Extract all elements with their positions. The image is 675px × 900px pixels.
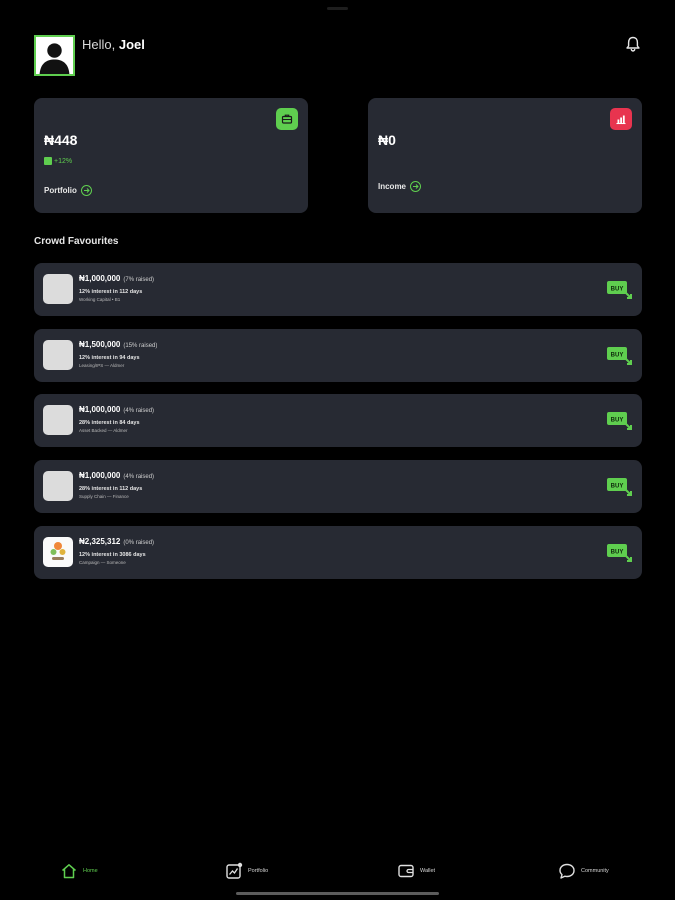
deal-category: Leasing/IPS — Aldmer (79, 363, 125, 368)
portfolio-card[interactable]: ₦448 +12% Portfolio (34, 98, 308, 213)
deal-amount: ₦1,000,000 (79, 274, 121, 283)
deal-interest: 12% interest in 94 days (79, 355, 140, 361)
deal-interest: 12% interest in 112 days (79, 289, 143, 295)
deal-thumbnail (43, 340, 73, 370)
portfolio-change-value: +12% (54, 157, 73, 165)
home-icon (62, 864, 76, 879)
app-screen: Hello, Joel ₦448 +12% Portfolio ₦0 Incom… (0, 0, 675, 900)
deal-amount: ₦2,325,312 (79, 537, 121, 546)
portfolio-link[interactable]: Portfolio (44, 185, 92, 196)
deal-interest: 28% interest in 84 days (79, 420, 140, 426)
list-item[interactable]: ₦1,500,000 (15% raised) 12% interest in 9… (34, 329, 642, 382)
deal-interest: 28% interest in 112 days (79, 486, 143, 492)
buy-label: BUY (611, 484, 624, 490)
deal-thumbnail (43, 274, 73, 304)
deal-amount: ₦1,500,000 (79, 340, 121, 349)
nav-portfolio-label: Portfolio (248, 868, 269, 874)
buy-button[interactable]: BUY (606, 344, 632, 366)
income-link-label: Income (378, 182, 407, 191)
deal-category: Campaign — Someone (79, 560, 126, 565)
portfolio-change: +12% (44, 157, 72, 165)
deal-raised: (4% raised) (123, 474, 155, 480)
buy-label: BUY (611, 287, 624, 293)
buy-button[interactable]: BUY (606, 278, 632, 300)
nav-community-label: Community (581, 868, 609, 874)
deal-amount: ₦1,000,000 (79, 405, 121, 414)
deal-title: ₦1,000,000 (7% raised) (79, 274, 154, 283)
list-item[interactable]: ₦1,000,000 (7% raised) 12% interest in 11… (34, 263, 642, 316)
deal-logo (43, 537, 73, 567)
chart-icon (610, 108, 632, 130)
buy-button[interactable]: BUY (606, 541, 632, 563)
buy-label: BUY (611, 418, 624, 424)
nav-wallet-label: Wallet (420, 868, 436, 874)
list-item[interactable]: ₦1,000,000 (4% raised) 28% interest in 11… (34, 460, 642, 513)
deal-amount: ₦1,000,000 (79, 471, 121, 480)
briefcase-icon (276, 108, 298, 130)
deal-thumbnail (43, 405, 73, 435)
deal-category: Asset Backed — Aldmer (79, 428, 128, 433)
avatar[interactable] (34, 35, 75, 76)
deal-category: Supply Chain — Finance (79, 494, 129, 499)
deal-raised: (7% raised) (123, 277, 155, 283)
deal-title: ₦1,000,000 (4% raised) (79, 471, 154, 480)
nav-portfolio[interactable]: Portfolio (225, 862, 268, 880)
list-item[interactable]: ₦2,325,312 (0% raised) 12% interest in 30… (34, 526, 642, 579)
up-arrow-icon (44, 157, 52, 165)
buy-button[interactable]: BUY (606, 475, 632, 497)
income-amount: ₦0 (378, 132, 396, 148)
portfolio-amount: ₦448 (44, 132, 78, 148)
greeting-text: Hello, (82, 37, 116, 52)
wallet-icon (398, 864, 414, 878)
nav-community[interactable]: Community (558, 862, 609, 880)
deal-interest: 12% interest in 3086 days (79, 552, 146, 558)
user-name: Joel (118, 37, 145, 52)
deal-title: ₦2,325,312 (0% raised) (79, 537, 154, 546)
income-link[interactable]: Income (378, 181, 422, 192)
buy-label: BUY (611, 550, 624, 556)
deal-thumbnail (43, 471, 73, 501)
deal-category: Working Capital • B1 (79, 297, 121, 302)
nav-wallet[interactable]: Wallet (397, 862, 435, 880)
arrow-right-icon (410, 181, 422, 192)
section-title: Crowd Favourites (34, 236, 119, 247)
portfolio-chart-icon (226, 862, 243, 879)
income-card[interactable]: ₦0 Income (368, 98, 642, 213)
deal-title: ₦1,500,000 (15% raised) (79, 340, 157, 349)
arrow-right-icon (80, 185, 92, 196)
nav-home[interactable]: Home (60, 862, 98, 880)
greeting: Hello, Joel (82, 37, 145, 52)
bottom-nav: Home Portfolio Wallet Community (0, 862, 675, 888)
deal-raised: (0% raised) (123, 540, 155, 546)
nav-home-label: Home (83, 868, 98, 874)
notification-bell-icon[interactable] (624, 35, 642, 53)
home-indicator[interactable] (236, 892, 439, 895)
deal-raised: (4% raised) (123, 408, 155, 414)
deal-title: ₦1,000,000 (4% raised) (79, 405, 154, 414)
user-silhouette-icon (36, 37, 73, 74)
portfolio-link-label: Portfolio (44, 186, 77, 195)
buy-label: BUY (611, 353, 624, 359)
list-item[interactable]: ₦1,000,000 (4% raised) 28% interest in 84… (34, 394, 642, 447)
organisation-logo-icon (50, 542, 66, 560)
camera-notch (327, 7, 348, 10)
deal-raised: (15% raised) (123, 343, 158, 349)
chat-bubble-icon (559, 863, 575, 879)
buy-button[interactable]: BUY (606, 409, 632, 431)
